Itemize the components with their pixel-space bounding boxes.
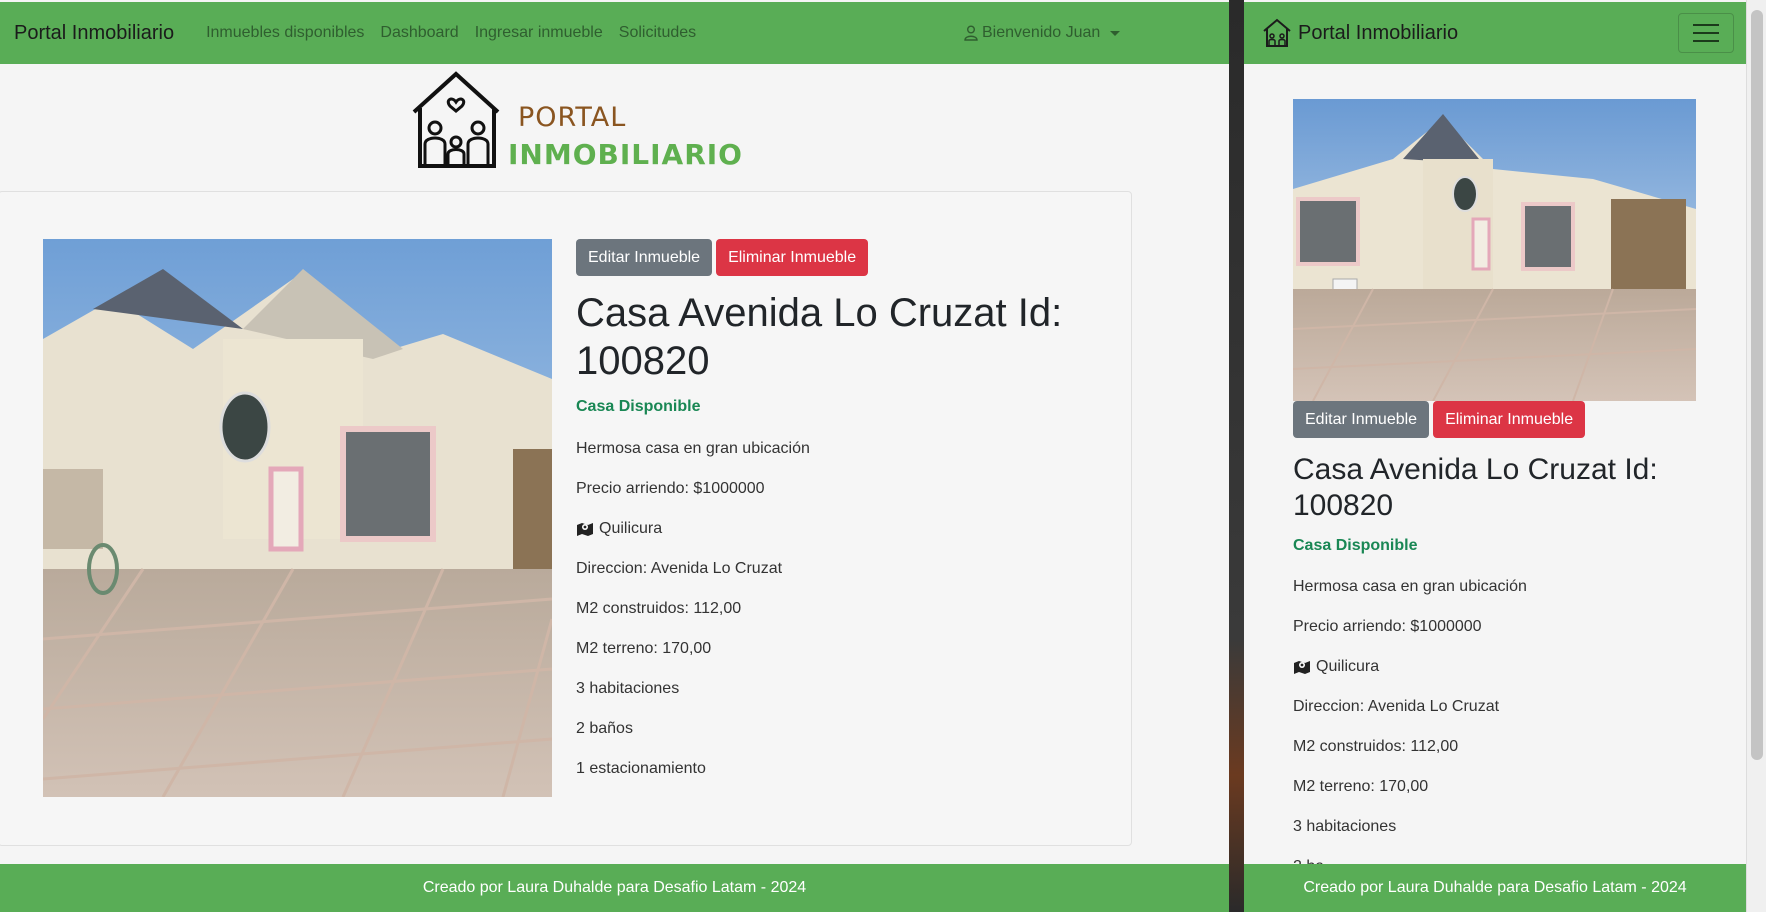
hamburger-icon [1693, 24, 1719, 26]
scrollbar[interactable] [1746, 0, 1766, 912]
mobile-property-status: Casa Disponible [1293, 537, 1418, 554]
mobile-property-title: Casa Avenida Lo Cruzat Id: 100820 [1293, 453, 1658, 522]
property-baths: 2 baños [576, 720, 633, 737]
property-description: Hermosa casa en gran ubicación [576, 440, 810, 457]
user-greeting: Bienvenido Juan [982, 24, 1101, 41]
commune-label: Quilicura [599, 520, 663, 537]
nav-link-dashboard[interactable]: Dashboard [380, 24, 458, 42]
property-status: Casa Disponible [576, 398, 701, 415]
house-logo-icon [1263, 18, 1291, 47]
nav-links: Inmuebles disponibles Dashboard Ingresar… [206, 24, 696, 42]
property-rooms: 3 habitaciones [576, 680, 680, 697]
map-marker-icon [1294, 661, 1310, 674]
mobile-property-price: Precio arriendo: $1000000 [1293, 618, 1482, 635]
property-card: Editar Inmueble Eliminar Inmueble Casa A… [0, 191, 1132, 846]
mobile-footer: Creado por Laura Duhalde para Desafio La… [1244, 864, 1746, 912]
menu-toggle-button[interactable] [1678, 13, 1734, 53]
mobile-delete-property-button[interactable]: Eliminar Inmueble [1433, 401, 1586, 438]
user-dropdown[interactable]: Bienvenido Juan [964, 24, 1121, 42]
mobile-property-photo [1293, 99, 1696, 401]
footer: Creado por Laura Duhalde para Desafio La… [0, 864, 1229, 912]
mobile-property-m2-built: M2 construidos: 112,00 [1293, 738, 1459, 755]
property-m2-land: M2 terreno: 170,00 [576, 640, 712, 657]
mobile-property-address: Direccion: Avenida Lo Cruzat [1293, 698, 1500, 715]
user-icon [964, 25, 978, 41]
property-actions: Editar Inmueble Eliminar Inmueble [576, 239, 869, 276]
property-commune: Quilicura [576, 520, 662, 538]
logo-text-inmobiliario: INMOBILIARIO [508, 138, 743, 171]
delete-property-button[interactable]: Eliminar Inmueble [716, 239, 869, 276]
mobile-property-m2-land: M2 terreno: 170,00 [1293, 778, 1429, 795]
mobile-property-commune: Quilicura [1293, 658, 1379, 676]
chevron-down-icon [1110, 30, 1121, 36]
mobile-brand-link[interactable]: Portal Inmobiliario [1298, 22, 1458, 45]
portal-logo: PORTAL INMOBILIARIO [408, 70, 742, 171]
property-m2-built: M2 construidos: 112,00 [576, 600, 742, 617]
edit-property-button[interactable]: Editar Inmueble [576, 239, 713, 276]
nav-link-ingresar[interactable]: Ingresar inmueble [475, 24, 603, 42]
property-parking: 1 estacionamiento [576, 760, 706, 777]
window-divider [1229, 0, 1244, 912]
property-photo [43, 239, 552, 797]
property-price: Precio arriendo: $1000000 [576, 480, 765, 497]
property-address: Direccion: Avenida Lo Cruzat [576, 560, 783, 577]
navbar: Portal Inmobiliario Inmuebles disponible… [0, 2, 1229, 64]
desktop-window: Portal Inmobiliario Inmuebles disponible… [0, 0, 1229, 912]
mobile-property-rooms: 3 habitaciones [1293, 818, 1397, 835]
property-title: Casa Avenida Lo Cruzat Id: 100820 [576, 291, 1063, 383]
map-marker-icon [577, 523, 593, 536]
mobile-property-actions: Editar Inmueble Eliminar Inmueble [1293, 401, 1586, 438]
mobile-commune-label: Quilicura [1316, 658, 1380, 675]
nav-link-solicitudes[interactable]: Solicitudes [619, 24, 696, 42]
mobile-property-description: Hermosa casa en gran ubicación [1293, 578, 1527, 595]
logo-text-portal: PORTAL [518, 102, 627, 133]
mobile-edit-property-button[interactable]: Editar Inmueble [1293, 401, 1430, 438]
nav-link-inmuebles[interactable]: Inmuebles disponibles [206, 24, 364, 42]
brand-link[interactable]: Portal Inmobiliario [14, 22, 174, 45]
mobile-window: Portal Inmobiliario Editar Inmueble Elim… [1244, 0, 1746, 912]
house-family-logo-icon [412, 71, 500, 168]
scrollbar-thumb[interactable] [1751, 10, 1763, 760]
mobile-navbar: Portal Inmobiliario [1244, 2, 1746, 64]
